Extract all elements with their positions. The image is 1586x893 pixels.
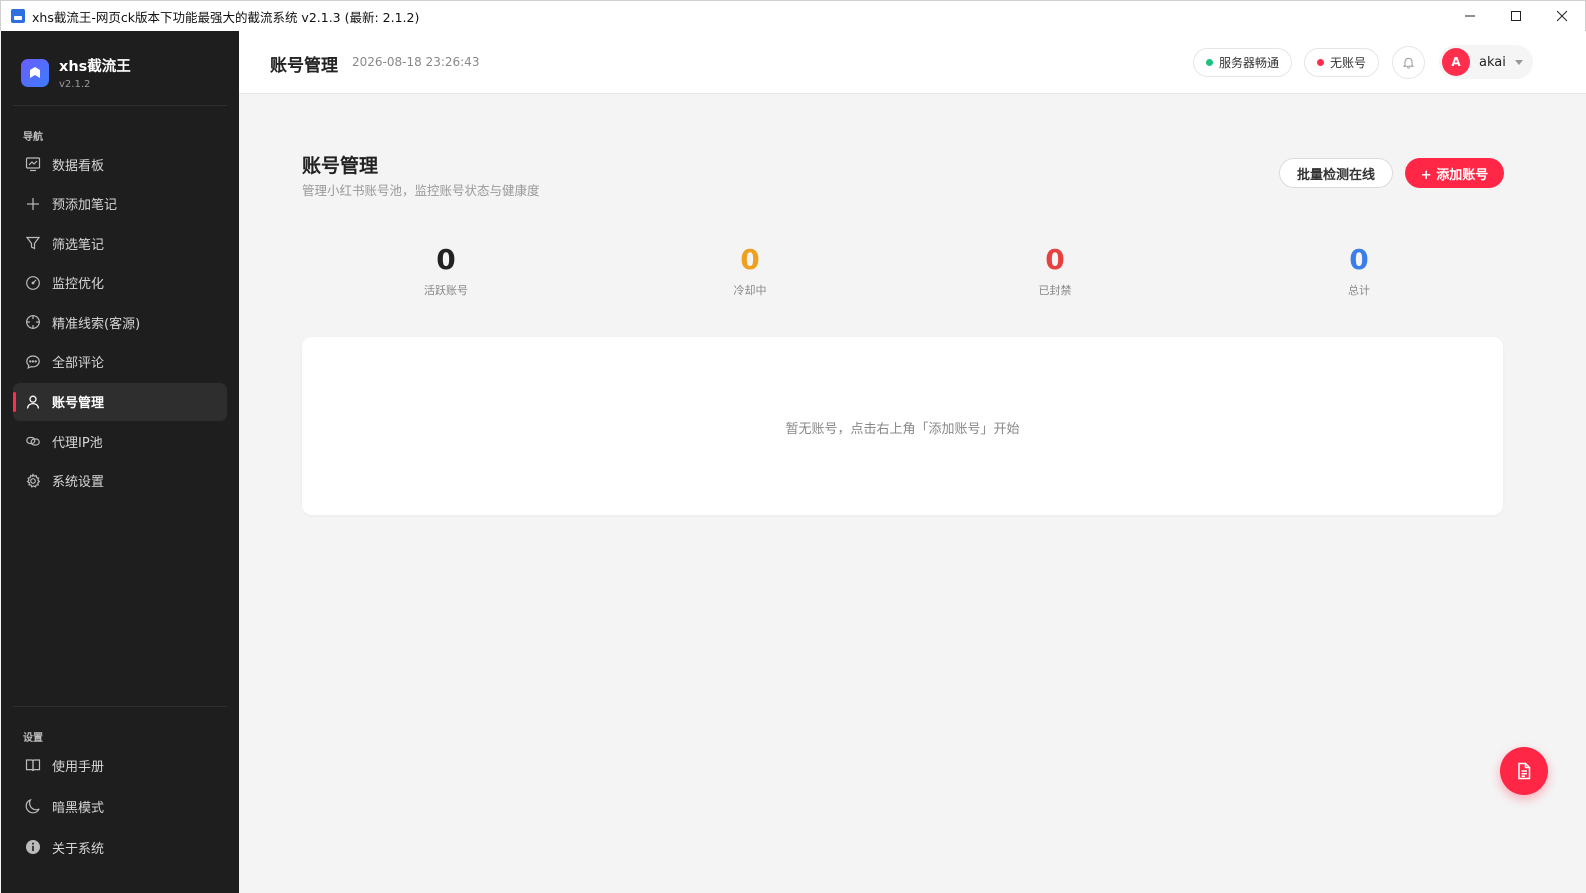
maximize-icon — [1511, 11, 1521, 21]
gauge-icon — [26, 275, 40, 290]
user-name: akai — [1479, 54, 1506, 70]
sidebar-item-label: 预添加笔记 — [52, 198, 118, 214]
sidebar-item-leads[interactable]: 精准线索(客源) — [13, 303, 227, 341]
stat-label: 冷却中 — [733, 284, 767, 297]
sidebar-item-comments[interactable]: 全部评论 — [13, 343, 227, 381]
sidebar-item-monitor[interactable]: 监控优化 — [13, 264, 227, 302]
stat-banned: 0 已封禁 — [985, 243, 1125, 298]
sidebar-item-label: 暗黑模式 — [52, 800, 105, 816]
server-status-badge[interactable]: 服务器畅通 — [1193, 48, 1293, 77]
window-titlebar: xhs截流王-网页ck版本下功能最强大的截流系统 v2.1.3 (最新: 2.1… — [0, 0, 1586, 31]
server-status-text: 服务器畅通 — [1219, 56, 1280, 70]
info-icon — [26, 840, 40, 854]
link-icon — [26, 437, 40, 446]
sidebar-item-filter-notes[interactable]: 筛选笔记 — [13, 224, 227, 262]
sidebar-divider — [13, 105, 227, 106]
book-icon — [25, 759, 41, 772]
stat-cooling: 0 冷却中 — [680, 243, 820, 298]
gear-icon — [26, 472, 41, 488]
chevron-down-icon — [1514, 59, 1523, 65]
crosshair-icon — [26, 315, 40, 330]
sidebar-item-label: 监控优化 — [52, 277, 105, 293]
status-dot-icon — [1317, 59, 1324, 66]
sidebar-item-label: 全部评论 — [52, 356, 105, 372]
sidebar-item-label: 筛选笔记 — [52, 237, 105, 253]
sidebar-item-dark-mode[interactable]: 暗黑模式 — [13, 787, 227, 825]
empty-state-text: 暂无账号，点击右上角「添加账号」开始 — [785, 422, 1020, 437]
sidebar-item-label: 账号管理 — [52, 396, 105, 412]
sidebar-item-pre-add-notes[interactable]: 预添加笔记 — [13, 185, 227, 223]
filter-icon — [25, 237, 41, 250]
sidebar-item-about[interactable]: 关于系统 — [13, 828, 227, 866]
document-icon — [1518, 762, 1531, 780]
sidebar-item-label: 使用手册 — [52, 759, 105, 775]
avatar: A — [1442, 48, 1470, 76]
stat-active-accounts: 0 活跃账号 — [376, 243, 516, 298]
window-controls — [1447, 1, 1585, 31]
stat-value: 0 — [436, 243, 456, 276]
brand[interactable]: xhs截流王 v2.1.2 — [21, 55, 131, 90]
sidebar-item-proxy-pool[interactable]: 代理IP池 — [13, 422, 227, 460]
app-icon — [11, 9, 25, 23]
sidebar-item-label: 系统设置 — [52, 475, 105, 491]
stat-value: 0 — [1349, 243, 1369, 276]
user-icon — [26, 395, 40, 409]
sidebar-divider — [13, 706, 227, 707]
sidebar-item-settings[interactable]: 系统设置 — [13, 462, 227, 500]
batch-check-online-button[interactable]: 批量检测在线 — [1279, 158, 1393, 188]
status-dot-icon — [1206, 59, 1213, 66]
minimize-button[interactable] — [1447, 1, 1493, 31]
top-header: 账号管理 2026-08-18 23:26:43 服务器畅通 无账号 A aka… — [239, 31, 1586, 94]
settings-section-label: 设置 — [23, 733, 43, 744]
accounts-list-card: 暂无账号，点击右上角「添加账号」开始 — [302, 337, 1503, 515]
stat-value: 0 — [740, 243, 760, 276]
maximize-button[interactable] — [1493, 1, 1539, 31]
account-status-text: 无账号 — [1330, 56, 1367, 70]
sidebar-item-label: 精准线索(客源) — [52, 316, 141, 332]
plus-icon — [27, 197, 39, 210]
sidebar-item-label: 数据看板 — [52, 158, 105, 174]
page-title: 账号管理 — [270, 56, 338, 76]
chart-icon — [25, 157, 41, 172]
sidebar-item-manual[interactable]: 使用手册 — [13, 746, 227, 784]
current-datetime: 2026-08-18 23:26:43 — [352, 55, 480, 69]
brand-version: v2.1.2 — [59, 79, 91, 90]
account-status-badge[interactable]: 无账号 — [1304, 48, 1380, 77]
close-button[interactable] — [1539, 1, 1585, 31]
stat-label: 活跃账号 — [424, 284, 468, 297]
sidebar: xhs截流王 v2.1.2 导航 数据看板 预添加笔记 筛选笔记 监控优化 精准… — [1, 31, 239, 893]
section-title: 账号管理 — [302, 155, 379, 177]
notification-button[interactable] — [1392, 46, 1425, 79]
bell-icon — [1402, 57, 1415, 69]
sidebar-item-dashboard[interactable]: 数据看板 — [13, 145, 227, 183]
user-menu[interactable]: A akai — [1439, 45, 1533, 79]
stat-label: 总计 — [1348, 284, 1370, 297]
sidebar-item-label: 代理IP池 — [52, 435, 103, 451]
stat-label: 已封禁 — [1038, 284, 1072, 297]
floating-document-button[interactable] — [1500, 747, 1548, 795]
add-account-button[interactable]: + 添加账号 — [1405, 158, 1504, 188]
comment-icon — [26, 355, 40, 370]
sidebar-item-label: 关于系统 — [52, 841, 105, 857]
window-title: xhs截流王-网页ck版本下功能最强大的截流系统 v2.1.3 (最新: 2.1… — [32, 9, 420, 25]
stat-value: 0 — [1045, 243, 1065, 276]
brand-name: xhs截流王 — [59, 59, 131, 75]
section-subtitle: 管理小红书账号池，监控账号状态与健康度 — [302, 183, 540, 198]
nav-section-label: 导航 — [23, 132, 43, 143]
moon-icon — [25, 798, 40, 814]
minimize-icon — [1465, 15, 1475, 17]
settings-nav: 使用手册 暗黑模式 关于系统 — [13, 746, 227, 868]
brand-logo-icon — [21, 58, 49, 87]
main-nav: 数据看板 预添加笔记 筛选笔记 监控优化 精准线索(客源) 全部评论 账号管理 — [13, 145, 227, 501]
stat-total: 0 总计 — [1289, 243, 1429, 298]
close-icon — [1556, 10, 1568, 22]
sidebar-item-accounts[interactable]: 账号管理 — [13, 382, 227, 421]
